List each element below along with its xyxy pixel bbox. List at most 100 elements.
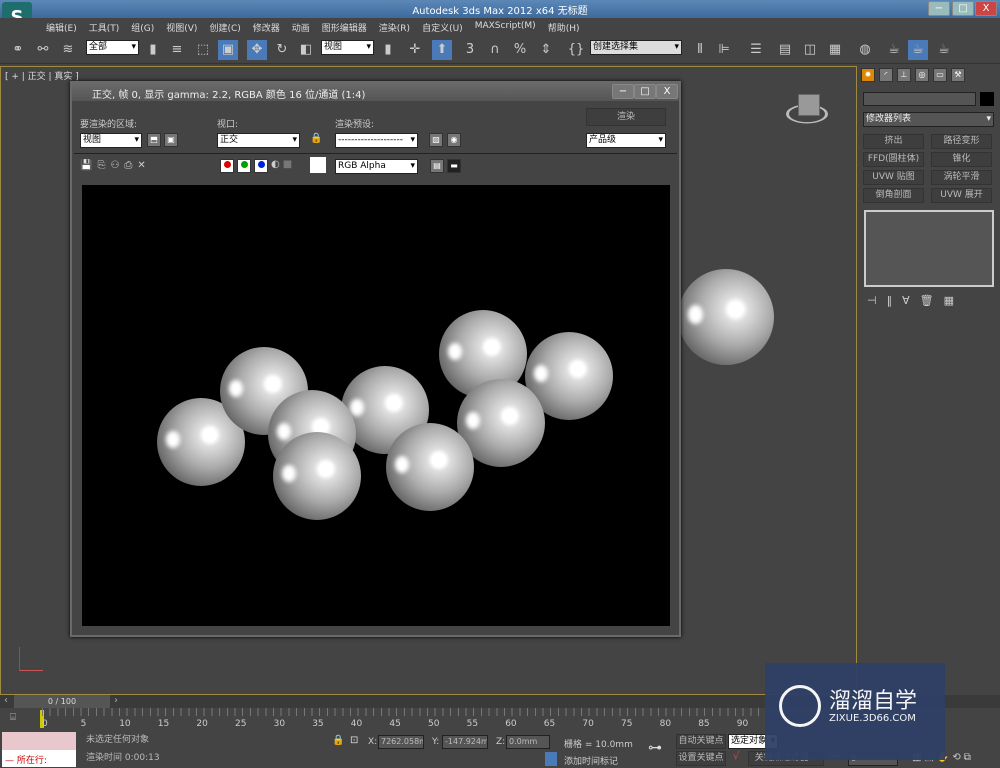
selection-lock-icon[interactable]: 🔒 [332,735,344,746]
configure-sets-icon[interactable]: ▦ [944,294,954,307]
viewport-label[interactable]: [ + | 正交 | 真实 ] [5,69,79,82]
pin-stack-icon[interactable]: ⊣ [867,294,877,307]
window-crossing-icon[interactable]: ▣ [218,40,238,60]
maximize-viewport-icon[interactable]: ⧉ [964,752,971,763]
rw-maximize-button[interactable]: □ [634,84,656,99]
orbit-icon[interactable]: ⟲ [952,752,960,763]
time-slider-thumb[interactable]: 0 / 100 [14,695,110,708]
modifier-stack[interactable] [864,210,994,287]
preset-dropdown[interactable]: -------------------- [335,133,418,148]
mini-curve-editor-icon[interactable]: ⌸ [10,712,16,723]
environment-icon[interactable]: ◉ [447,133,461,147]
maxscript-listener[interactable] [2,732,76,750]
manipulate-icon[interactable]: ✛ [405,40,425,60]
extrude-button[interactable]: 挤出 [863,134,924,149]
menu-maxscript[interactable]: MAXScript(M) [469,18,542,37]
copy-image-icon[interactable]: ⎘ [97,160,105,171]
angle-snap-icon[interactable]: ∩ [485,40,505,60]
pivot-center-icon[interactable]: ▮ [378,40,398,60]
select-by-name-icon[interactable]: ≡ [167,40,187,60]
unlink-icon[interactable]: ⚯ [33,40,53,60]
rect-selection-icon[interactable]: ⬚ [193,40,213,60]
selection-filter-dropdown[interactable]: 全部 [86,40,139,55]
scale-icon[interactable]: ◧ [296,40,316,60]
path-deform-button[interactable]: 路径变形 [931,134,992,149]
menu-create[interactable]: 创建(C) [203,18,246,37]
lock-icon[interactable]: 🔒 [310,133,322,144]
ref-coord-dropdown[interactable]: 视图 [321,40,374,55]
y-coord-field[interactable]: -147.924m [442,735,488,749]
edit-named-sel-icon[interactable]: {} [566,40,586,60]
prev-frame-icon[interactable]: ‹ [4,695,8,706]
menu-graph-editors[interactable]: 图形编辑器 [316,18,373,37]
viewport-dropdown[interactable]: 正交 [217,133,300,148]
z-coord-field[interactable]: 0.0mm [506,735,550,749]
clear-icon[interactable]: ✕ [137,160,145,171]
menu-group[interactable]: 组(G) [125,18,160,37]
menu-edit[interactable]: 编辑(E) [40,18,83,37]
channel-dropdown[interactable]: RGB Alpha [335,159,418,174]
spinner-snap-icon[interactable]: ⇕ [536,40,556,60]
mono-toggle-icon[interactable]: ■ [283,159,292,173]
layer-manager-icon[interactable]: ☰ [746,40,766,60]
curve-editor-icon[interactable]: ◫ [800,40,820,60]
minimize-button[interactable]: − [928,1,950,16]
hierarchy-tab-icon[interactable]: ⊥ [897,68,911,82]
object-name-field[interactable] [863,92,976,106]
turbosmooth-button[interactable]: 涡轮平滑 [931,170,992,185]
viewcube-icon[interactable] [798,94,820,116]
auto-region-icon[interactable]: ▣ [164,133,178,147]
time-tag-icon[interactable] [545,752,557,766]
toggle-ui-icon[interactable]: ▬ [447,159,461,173]
align-icon[interactable]: ⊫ [714,40,734,60]
menu-modifiers[interactable]: 修改器 [247,18,286,37]
menu-tools[interactable]: 工具(T) [83,18,126,37]
menu-rendering[interactable]: 渲染(R) [373,18,416,37]
modifier-list-dropdown[interactable]: 修改器列表 [863,112,994,127]
select-object-icon[interactable]: ▮ [143,40,163,60]
save-image-icon[interactable]: 💾 [80,160,92,171]
rw-minimize-button[interactable]: − [612,84,634,99]
auto-key-button[interactable]: 自动关键点 [676,734,726,749]
show-end-result-icon[interactable]: ‖ [887,294,893,307]
x-coord-field[interactable]: 7262.058m [378,735,424,749]
snap-toggle-icon[interactable]: 3 [460,40,480,60]
taper-button[interactable]: 锥化 [931,152,992,167]
maxscript-line[interactable]: — 所在行: [2,750,76,767]
remove-modifier-icon[interactable]: 🗑 [920,294,934,307]
utilities-tab-icon[interactable]: ⚒ [951,68,965,82]
material-editor-icon[interactable]: ◍ [855,40,875,60]
uvw-map-button[interactable]: UVW 贴图 [863,170,924,185]
object-color-swatch[interactable] [980,92,994,106]
bevel-profile-button[interactable]: 倒角剖面 [863,188,924,203]
menu-customize[interactable]: 自定义(U) [416,18,469,37]
display-tab-icon[interactable]: ▭ [933,68,947,82]
close-button[interactable]: X [975,1,997,16]
key-icon[interactable]: ⊶ [648,740,662,756]
print-icon[interactable]: ⎙ [124,160,132,171]
modify-tab-icon[interactable]: ◜ [879,68,893,82]
menu-help[interactable]: 帮助(H) [542,18,586,37]
add-time-tag[interactable]: 添加时间标记 [564,754,618,767]
edit-region-icon[interactable]: ⬒ [147,133,161,147]
ffd-cyl-button[interactable]: FFD(圆柱体) [863,152,924,167]
maximize-button[interactable]: □ [952,1,974,16]
abs-mode-icon[interactable]: ⊡ [350,735,358,746]
bind-space-warp-icon[interactable]: ≋ [58,40,78,60]
rotate-icon[interactable]: ↻ [272,40,292,60]
render-canvas[interactable] [82,185,670,626]
create-tab-icon[interactable]: ✹ [861,68,875,82]
rendered-frame-icon[interactable]: ☕ [908,40,928,60]
named-selection-dropdown[interactable]: 创建选择集 [590,40,682,55]
menu-animation[interactable]: 动画 [286,18,316,37]
set-key-button[interactable]: 设置关键点 [676,751,726,766]
color-swatch[interactable] [310,157,326,173]
clone-window-icon[interactable]: ⚇ [110,160,119,171]
alpha-toggle-icon[interactable]: ◐ [271,159,280,173]
render-production-icon[interactable]: ☕ [934,40,954,60]
blue-channel-toggle[interactable] [254,159,268,173]
graphite-icon[interactable]: ▤ [775,40,795,60]
schematic-view-icon[interactable]: ▦ [825,40,845,60]
render-button[interactable]: 渲染 [586,108,666,126]
move-icon[interactable]: ✥ [247,40,267,60]
